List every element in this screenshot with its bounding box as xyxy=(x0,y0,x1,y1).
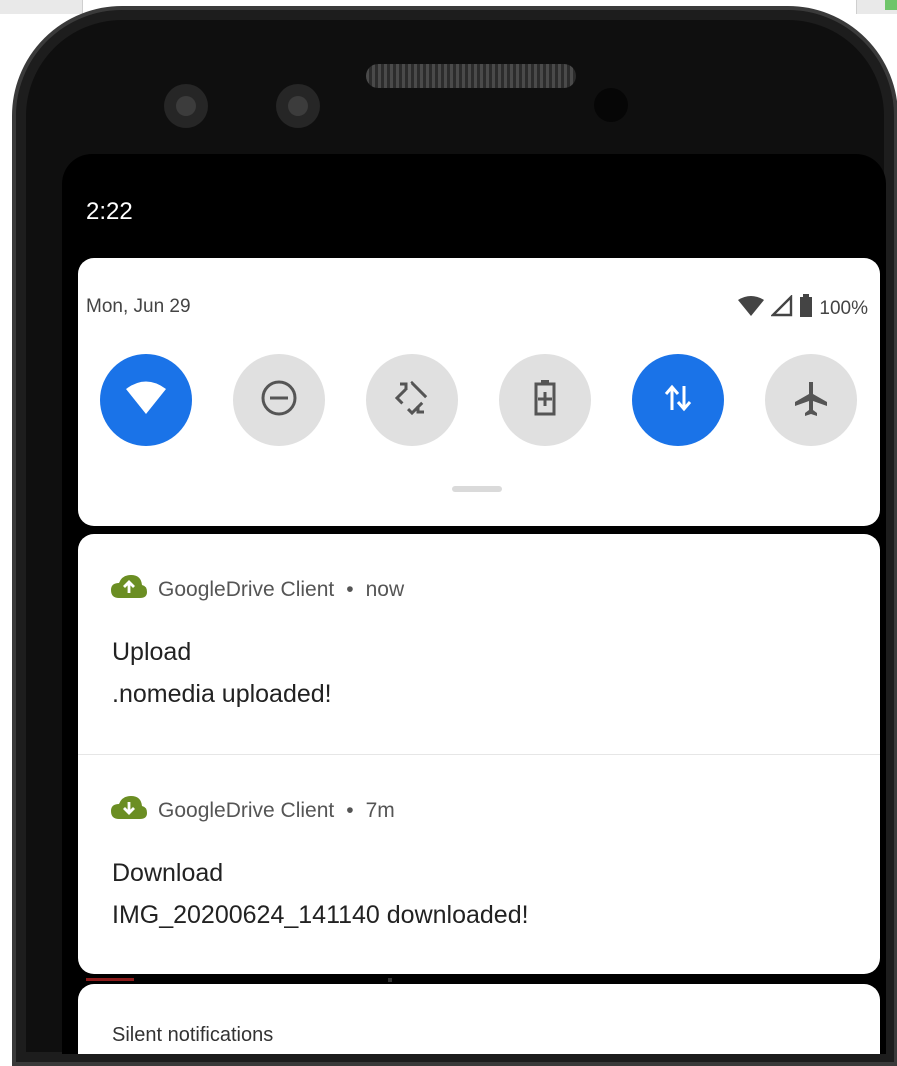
quick-settings-tiles xyxy=(100,354,860,446)
notification-time: now xyxy=(365,578,405,601)
phone-screen: 2:22 Mon, Jun 29 100% GoogleDrive Client… xyxy=(62,154,886,1054)
cloud-upload-icon xyxy=(110,574,148,606)
do-not-disturb-icon xyxy=(259,378,299,423)
phone-frame: 2:22 Mon, Jun 29 100% GoogleDrive Client… xyxy=(12,6,897,1066)
partial-notification-dot xyxy=(388,978,392,982)
auto-rotate-icon xyxy=(392,378,432,423)
notification-item[interactable]: GoogleDrive Client • 7m Download IMG_202… xyxy=(78,754,880,974)
wifi-icon xyxy=(124,380,168,421)
tile-wifi[interactable] xyxy=(100,354,192,446)
wifi-signal-icon xyxy=(737,295,765,322)
notification-body: IMG_20200624_141140 downloaded! xyxy=(112,901,529,929)
front-camera-secondary-icon xyxy=(276,84,320,128)
panel-drag-handle[interactable] xyxy=(452,486,502,492)
earpiece-speaker xyxy=(366,64,576,88)
cloud-download-icon xyxy=(110,795,148,827)
notification-item[interactable]: GoogleDrive Client • now Upload .nomedia… xyxy=(78,534,880,754)
battery-saver-icon xyxy=(531,378,559,423)
notification-header: GoogleDrive Client • now xyxy=(110,574,404,606)
notification-app-name: GoogleDrive Client xyxy=(158,799,335,822)
notification-title: Upload xyxy=(112,638,192,666)
tile-battery-saver[interactable] xyxy=(499,354,591,446)
separator-dot: • xyxy=(346,799,354,822)
qs-date: Mon, Jun 29 xyxy=(86,296,191,317)
background-strip-left xyxy=(0,0,83,14)
notifications-card: GoogleDrive Client • now Upload .nomedia… xyxy=(78,534,880,974)
background-green-corner xyxy=(885,0,897,10)
silent-notifications-label: Silent notifications xyxy=(112,1024,274,1046)
battery-percentage: 100% xyxy=(819,297,868,319)
quick-settings-panel[interactable]: Mon, Jun 29 100% xyxy=(78,258,880,526)
battery-icon xyxy=(799,294,813,323)
notification-header: GoogleDrive Client • 7m xyxy=(110,795,395,827)
notification-app-name: GoogleDrive Client xyxy=(158,578,335,601)
tile-do-not-disturb[interactable] xyxy=(233,354,325,446)
status-bar-time: 2:22 xyxy=(86,198,133,225)
notification-time: 7m xyxy=(365,799,395,822)
cell-signal-icon xyxy=(770,294,793,322)
mobile-data-icon xyxy=(660,380,696,421)
proximity-sensor xyxy=(594,88,628,122)
notification-body: .nomedia uploaded! xyxy=(112,680,332,708)
front-camera-icon xyxy=(164,84,208,128)
separator-dot: • xyxy=(346,578,354,601)
partial-notification-accent xyxy=(86,978,134,981)
tile-auto-rotate[interactable] xyxy=(366,354,458,446)
airplane-icon xyxy=(791,378,831,423)
tile-mobile-data[interactable] xyxy=(632,354,724,446)
notification-title: Download xyxy=(112,859,224,887)
qs-status-icons: 100% xyxy=(737,294,868,323)
silent-notifications-section[interactable]: Silent notifications xyxy=(78,984,880,1054)
tile-airplane-mode[interactable] xyxy=(765,354,857,446)
